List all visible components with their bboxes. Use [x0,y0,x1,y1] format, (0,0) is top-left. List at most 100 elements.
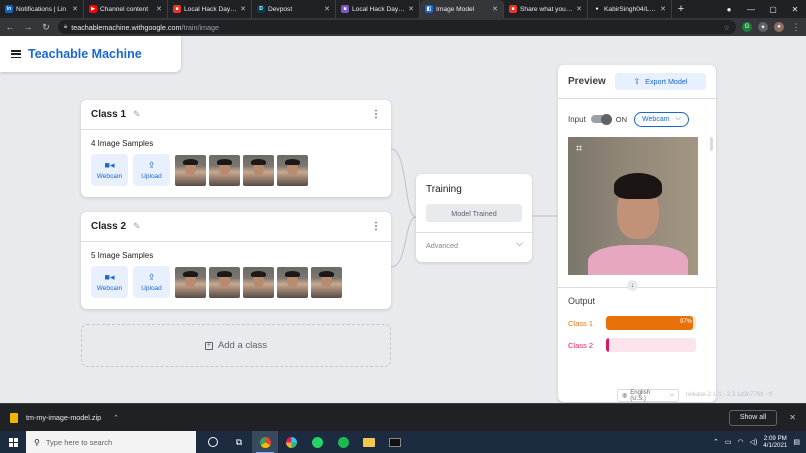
chrome-icon[interactable] [252,431,278,453]
input-label: Input [568,114,586,124]
chevron-down-icon[interactable]: ⌵ [516,238,523,249]
webcam-button[interactable]: ■◂ Webcam [91,154,128,186]
sample-thumbnail[interactable] [243,266,274,298]
browser-tab[interactable]: ■ Share what you've ✕ [504,0,588,18]
sample-thumbnail[interactable] [243,154,274,186]
webcam-preview: ⌗ [568,137,698,275]
sample-count: 5 Image Samples [91,251,154,260]
preview-header: Preview ⇧ Export Model [558,65,716,99]
windows-start-icon[interactable] [0,431,26,453]
sample-thumbnail[interactable] [277,154,308,186]
browser-tab[interactable]: ■ Local Hack Day: S ✕ [336,0,420,18]
show-all-button[interactable]: Show all [728,409,778,426]
whatsapp-icon[interactable] [304,431,330,453]
chevron-up-icon[interactable]: ⌃ [713,438,719,446]
maximize-icon[interactable]: ▢ [762,0,784,18]
profile-icon[interactable]: ● [718,0,740,18]
terminal-icon[interactable] [382,431,408,453]
notifications-icon[interactable]: ▤ [793,438,800,446]
app-title: Teachable Machine [28,47,142,61]
class-card: Class 1 ✎ ⋮ 4 Image Samples ■◂ Webcam ⇪ … [81,100,391,197]
sample-thumbnail[interactable] [209,266,240,298]
input-source-select[interactable]: Webcam ⌵ [634,111,689,127]
browser-tab[interactable]: ◧ Image Model ✕ [420,0,504,18]
advanced-toggle[interactable]: Advanced [426,241,458,250]
upload-button-label: Upload [141,173,162,180]
sample-thumbnail[interactable] [277,266,308,298]
battery-icon[interactable]: ▭ [725,438,732,446]
input-toggle[interactable] [590,113,612,125]
reload-icon[interactable]: ↻ [40,22,52,33]
close-tab-icon[interactable]: ✕ [156,5,162,13]
close-tab-icon[interactable]: ✕ [492,5,498,13]
browser-tab[interactable]: ▶ Channel content ✕ [84,0,168,18]
address-bar[interactable]: 🔒︎ teachablemachine.withgoogle.com/train… [58,20,736,34]
more-options-icon[interactable]: ⋮ [371,221,381,232]
export-model-button[interactable]: ⇧ Export Model [615,73,706,90]
taskbar-search[interactable]: ⚲ Type here to search [26,431,196,453]
close-tab-icon[interactable]: ✕ [240,5,246,13]
new-tab-button[interactable]: + [672,0,690,18]
clock-date: 4/1/2021 [763,442,788,449]
close-tab-icon[interactable]: ✕ [324,5,330,13]
sample-thumbnail[interactable] [209,154,240,186]
pencil-icon[interactable]: ✎ [133,109,141,120]
file-explorer-icon[interactable] [356,431,382,453]
browser-tab[interactable]: in Notifications | Lin ✕ [0,0,84,18]
sample-thumbnail[interactable] [311,266,342,298]
arrow-down-icon[interactable]: ↓ [627,280,638,291]
minimize-icon[interactable]: — [740,0,762,18]
puzzle-icon[interactable]: ✦ [758,22,768,32]
language-select[interactable]: ◍ English (U.S.) ⌵ [617,389,679,402]
upload-button[interactable]: ⇪ Upload [133,266,170,298]
slack-icon[interactable] [278,431,304,453]
back-arrow-icon[interactable]: ← [4,22,16,32]
menu-icon[interactable] [11,50,21,58]
avatar[interactable]: ● [774,22,784,32]
youtube-icon: ▶ [89,5,97,13]
close-tab-icon[interactable]: ✕ [660,5,666,13]
train-model-button[interactable]: Model Trained [426,204,522,222]
bookmark-star-icon[interactable]: ☆ [724,23,730,32]
task-view-icon[interactable]: ⧉ [226,431,252,453]
more-options-icon[interactable]: ⋮ [371,109,381,120]
scrollbar[interactable] [710,137,713,151]
divider [416,232,532,233]
mlh-icon: ■ [341,5,349,13]
upload-icon: ⇪ [147,272,156,282]
sample-thumbnail[interactable] [175,154,206,186]
chevron-up-icon[interactable]: ⌃ [113,414,119,422]
upload-button[interactable]: ⇪ Upload [133,154,170,186]
add-class-button[interactable]: + Add a class [81,324,391,367]
browser-tab[interactable]: ● KabirSingh04/LHC ✕ [588,0,672,18]
windows-taskbar: ⚲ Type here to search ⧉ ⌃ ▭ ◠ ◁) 2:09 PM… [0,431,806,453]
sample-thumbnail[interactable] [175,266,206,298]
close-tab-icon[interactable]: ✕ [408,5,414,13]
close-icon[interactable]: ✕ [789,413,796,422]
close-tab-icon[interactable]: ✕ [72,5,78,13]
download-item[interactable]: tm-my-image-model.zip ⌃ [10,412,119,423]
webcam-button[interactable]: ■◂ Webcam [91,266,128,298]
volume-icon[interactable]: ◁) [750,438,758,446]
clock[interactable]: 2:09 PM 4/1/2021 [763,435,787,449]
class-name[interactable]: Class 2 [91,221,126,232]
clock-time: 2:09 PM [763,434,787,442]
browser-tab[interactable]: ■ Local Hack Day: S ✕ [168,0,252,18]
cortana-icon[interactable] [200,431,226,453]
input-source-value: Webcam [642,115,670,123]
confidence-fill [606,338,609,352]
close-tab-icon[interactable]: ✕ [576,5,582,13]
browser-tab[interactable]: D Devpost ✕ [252,0,336,18]
output-row: Class 1 97% [568,316,698,330]
add-class-label: Add a class [217,340,268,351]
pencil-icon[interactable]: ✎ [133,221,141,232]
spotify-icon[interactable] [330,431,356,453]
crop-icon[interactable]: ⌗ [576,143,582,156]
extension-icon[interactable]: G [742,22,752,32]
github-icon: ● [595,6,599,12]
class-name[interactable]: Class 1 [91,109,126,120]
forward-arrow-icon[interactable]: → [22,22,34,32]
wifi-icon[interactable]: ◠ [737,438,743,446]
more-menu-icon[interactable]: ⋮ [790,22,802,33]
close-window-icon[interactable]: ✕ [784,0,806,18]
